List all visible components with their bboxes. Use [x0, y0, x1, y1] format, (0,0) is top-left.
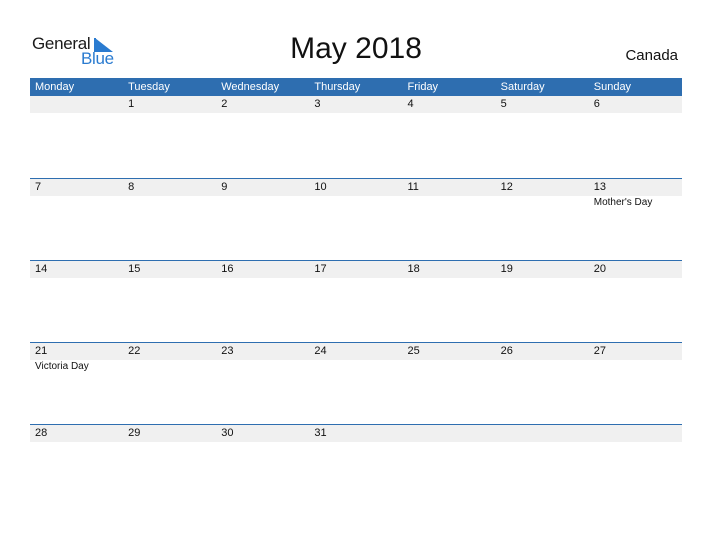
weekday-sunday: Sunday: [593, 81, 632, 93]
weekday-tuesday: Tuesday: [128, 81, 170, 93]
day-number: 4: [407, 98, 414, 110]
day-number: 26: [500, 345, 513, 357]
day-number: 5: [500, 98, 507, 110]
day-number: 19: [500, 263, 513, 275]
day-number: 24: [314, 345, 327, 357]
day-number: 13: [593, 181, 606, 193]
holiday-label: [30, 196, 123, 210]
day-number: 28: [35, 427, 48, 439]
holiday-label: [403, 360, 496, 374]
week-row: 7 8 9 10 11 12 13 Mother's Day: [30, 178, 682, 260]
holiday-label: [589, 360, 682, 374]
day-number: 30: [221, 427, 234, 439]
day-number: 29: [128, 427, 141, 439]
day-number: 23: [221, 345, 234, 357]
day-number: 25: [407, 345, 420, 357]
holiday-label: [123, 196, 216, 210]
weekday-thursday: Thursday: [314, 81, 361, 93]
day-number: 18: [407, 263, 420, 275]
day-number: [496, 425, 589, 442]
weekday-wednesday: Wednesday: [221, 81, 280, 93]
holiday-label: [123, 360, 216, 374]
holiday-label: [216, 196, 309, 210]
weekday-header: Monday Tuesday Wednesday Thursday Friday…: [30, 78, 682, 96]
week-row: 28 29 30 31: [30, 424, 682, 506]
holiday-label: [403, 196, 496, 210]
date-row: 7 8 9 10 11 12 13: [30, 179, 682, 196]
day-number: 17: [314, 263, 327, 275]
event-row: Victoria Day: [30, 360, 682, 374]
day-number: 8: [128, 181, 135, 193]
holiday-label: Mother's Day: [593, 197, 653, 208]
date-row: 28 29 30 31: [30, 425, 682, 442]
week-row: 1 2 3 4 5 6: [30, 96, 682, 178]
day-number: 2: [221, 98, 228, 110]
weekday-monday: Monday: [35, 81, 75, 93]
calendar-title: May 2018: [290, 32, 422, 65]
day-number: [589, 425, 682, 442]
day-number: 1: [128, 98, 135, 110]
holiday-label: [496, 196, 589, 210]
weeks: 1 2 3 4 5 6 7 8 9 10 11 12 13 Mother's Day 14 15 16 17 18 1…: [30, 96, 682, 506]
date-row: 1 2 3 4 5 6: [30, 96, 682, 113]
day-number: [403, 425, 496, 442]
day-number: 20: [593, 263, 606, 275]
day-number: [30, 96, 123, 113]
day-number: 9: [221, 181, 228, 193]
day-number: 6: [593, 98, 600, 110]
day-number: 10: [314, 181, 327, 193]
calendar-grid: Monday Tuesday Wednesday Thursday Friday…: [30, 78, 682, 506]
day-number: 7: [35, 181, 42, 193]
date-row: 14 15 16 17 18 19 20: [30, 261, 682, 278]
day-number: 3: [314, 98, 321, 110]
day-number: 11: [407, 181, 419, 193]
holiday-label: [309, 196, 402, 210]
holiday-label: [309, 360, 402, 374]
day-number: 21: [35, 345, 48, 357]
day-number: 14: [35, 263, 48, 275]
holiday-label: [216, 360, 309, 374]
country-label: Canada: [625, 47, 678, 64]
week-row: 14 15 16 17 18 19 20: [30, 260, 682, 342]
day-number: 16: [221, 263, 234, 275]
day-number: 12: [500, 181, 513, 193]
weekday-saturday: Saturday: [500, 81, 545, 93]
holiday-label: Victoria Day: [35, 361, 89, 372]
day-number: 27: [593, 345, 606, 357]
day-number: 15: [128, 263, 141, 275]
weekday-friday: Friday: [407, 81, 439, 93]
date-row: 21 22 23 24 25 26 27: [30, 343, 682, 360]
day-number: 22: [128, 345, 141, 357]
week-row: 21 22 23 24 25 26 27 Victoria Day: [30, 342, 682, 424]
holiday-label: [496, 360, 589, 374]
day-number: 31: [314, 427, 327, 439]
event-row: Mother's Day: [30, 196, 682, 210]
